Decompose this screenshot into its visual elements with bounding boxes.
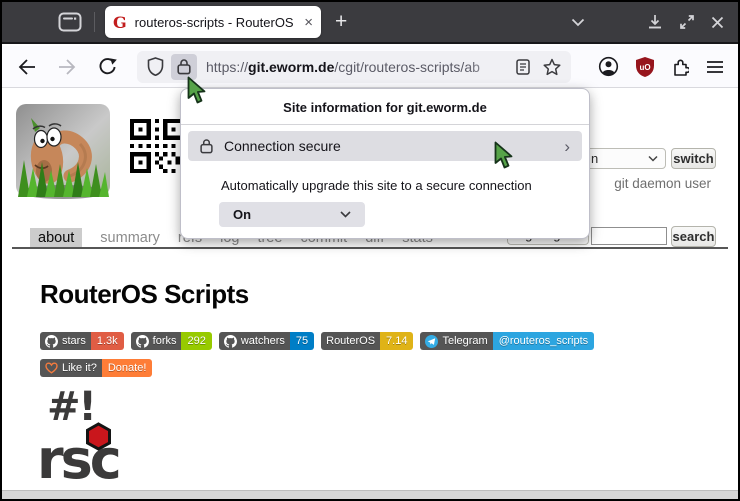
lock-icon xyxy=(200,138,213,154)
mouse-cursor xyxy=(187,76,209,110)
badge-routeros[interactable]: RouterOS 7.14 xyxy=(321,332,413,350)
badge-forks[interactable]: forks 292 xyxy=(131,332,212,350)
badge-donate[interactable]: Like it? Donate! xyxy=(40,359,152,377)
account-icon[interactable] xyxy=(598,56,619,77)
page-title: RouterOS Scripts xyxy=(40,279,249,310)
popup-title: Site information for git.eworm.de xyxy=(181,89,589,115)
badge-stars[interactable]: stars 1.3k xyxy=(40,332,124,350)
github-icon xyxy=(136,335,149,348)
qr-code xyxy=(130,117,184,180)
chevron-down-icon xyxy=(340,211,351,218)
site-info-popup: Site information for git.eworm.de Connec… xyxy=(180,88,590,239)
badge-watchers[interactable]: watchers 75 xyxy=(219,332,314,350)
ublock-origin-icon[interactable]: uO xyxy=(636,57,654,77)
downloads-icon[interactable] xyxy=(647,14,663,30)
https-upgrade-label: Automatically upgrade this site to a sec… xyxy=(221,178,589,193)
search-button[interactable]: search xyxy=(671,226,716,247)
bookmark-star-icon[interactable] xyxy=(543,58,561,76)
content-divider xyxy=(12,247,728,249)
heart-icon xyxy=(45,362,58,374)
https-upgrade-select[interactable]: On xyxy=(219,202,365,227)
close-window-icon[interactable] xyxy=(711,16,724,29)
connection-secure-row[interactable]: Connection secure › xyxy=(188,131,582,161)
new-tab-button[interactable]: + xyxy=(335,10,347,34)
eworm-logo[interactable] xyxy=(14,102,112,207)
extensions-puzzle-icon[interactable] xyxy=(671,58,689,76)
reload-icon[interactable] xyxy=(98,58,117,76)
rsc-logo-text: rsc xyxy=(37,428,119,491)
url-text: https://git.eworm.de/cgit/routeros-scrip… xyxy=(206,59,516,75)
badge-telegram[interactable]: Telegram @routeros_scripts xyxy=(420,332,594,350)
telegram-icon xyxy=(425,335,438,348)
switch-button[interactable]: switch xyxy=(671,148,716,169)
tab-separator xyxy=(94,12,95,32)
browser-tab[interactable]: G routeros-scripts - RouterOS × xyxy=(105,6,321,38)
back-icon[interactable] xyxy=(18,59,36,75)
github-icon xyxy=(224,335,237,348)
chevron-right-icon: › xyxy=(564,138,570,155)
browser-window: G routeros-scripts - RouterOS × + xyxy=(0,0,740,501)
forward-icon[interactable] xyxy=(58,59,76,75)
daemon-user-label: git daemon user xyxy=(614,176,711,191)
cgit-favicon: G xyxy=(113,13,127,32)
tab-title: routeros-scripts - RouterOS xyxy=(135,15,301,30)
tracking-shield-icon[interactable] xyxy=(147,57,164,76)
firefox-view-icon[interactable] xyxy=(58,12,82,32)
fullscreen-icon[interactable] xyxy=(679,14,695,30)
menu-hamburger-icon[interactable] xyxy=(706,60,724,74)
mouse-cursor-2 xyxy=(494,141,516,175)
tab-about[interactable]: about xyxy=(30,228,82,249)
popup-divider xyxy=(181,124,589,125)
nav-toolbar: https://git.eworm.de/cgit/routeros-scrip… xyxy=(2,46,738,88)
github-icon xyxy=(45,335,58,348)
rsc-logo: #! rsc xyxy=(37,392,177,492)
search-input[interactable] xyxy=(591,227,667,245)
tab-bar: G routeros-scripts - RouterOS × + xyxy=(2,2,738,44)
status-bar xyxy=(2,490,738,499)
reader-mode-icon[interactable] xyxy=(516,59,530,75)
badge-row-2: Like it? Donate! xyxy=(40,359,152,377)
connection-secure-label: Connection secure xyxy=(224,138,341,154)
badge-row-1: stars 1.3k forks 292 watchers 75 RouterO… xyxy=(40,332,594,350)
list-all-tabs-icon[interactable] xyxy=(571,18,585,27)
tab-summary[interactable]: summary xyxy=(100,228,160,249)
svg-text:uO: uO xyxy=(639,62,650,71)
tab-close-icon[interactable]: × xyxy=(304,14,313,31)
